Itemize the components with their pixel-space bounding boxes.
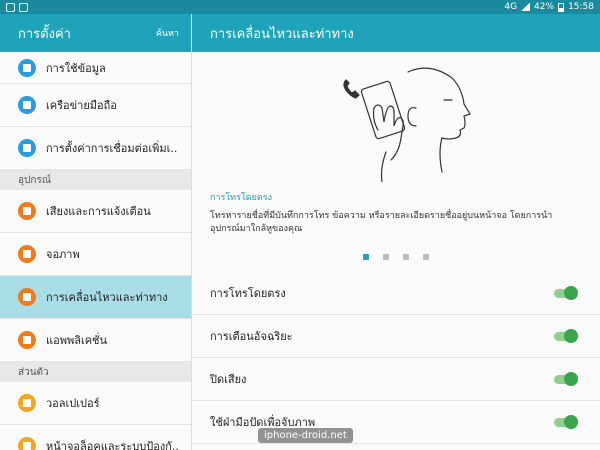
signal-icon — [521, 3, 531, 11]
wallpaper-icon — [18, 394, 36, 412]
sidebar-item-label: แอพพลิเคชั่น — [46, 334, 108, 347]
direct-call-illustration — [192, 52, 600, 182]
sidebar-item-more-connections[interactable]: การตั้งค่าการเชื่อมต่อเพิ่มเ.. — [0, 127, 191, 170]
sidebar-header: การตั้งค่า ค้นหา — [0, 14, 191, 52]
sidebar-item-label: วอลเปเปอร์ — [46, 397, 100, 410]
sidebar-item-label: จอภาพ — [46, 248, 80, 261]
data-usage-icon — [18, 58, 36, 77]
palm-swipe-switch[interactable] — [554, 414, 578, 429]
section-header-device: อุปกรณ์ — [0, 170, 191, 190]
display-icon — [18, 245, 36, 263]
sidebar-item-motion[interactable]: การเคลื่อนไหวและท่าทาง — [0, 276, 191, 319]
motion-settings-panel: การเคลื่อนไหวและท่าทาง การโทรโดยตรง โทรห… — [192, 14, 600, 450]
smart-alert-switch[interactable] — [554, 328, 578, 343]
lock-icon — [18, 437, 36, 450]
toggle-row-mute[interactable]: ปิดเสียง — [192, 358, 600, 401]
sidebar-item-label: เสียงและการแจ้งเตือน — [46, 205, 151, 218]
search-button[interactable]: ค้นหา — [156, 26, 179, 40]
mobile-network-icon — [18, 96, 36, 114]
toggle-row-smart-alert[interactable]: การเตือนอัจฉริยะ — [192, 315, 600, 358]
section-header-personal: ส่วนตัว — [0, 362, 191, 382]
sidebar-item-label: การใช้ข้อมูล — [46, 61, 106, 75]
sidebar-title: การตั้งค่า — [18, 26, 71, 42]
sidebar-item-data-usage[interactable]: การใช้ข้อมูล — [0, 52, 191, 84]
sidebar-item-wallpaper[interactable]: วอลเปเปอร์ — [0, 382, 191, 425]
carousel-dot[interactable] — [383, 254, 389, 260]
sidebar-item-mobile-network[interactable]: เครือข่ายมือถือ — [0, 84, 191, 127]
clock: 15:58 — [568, 2, 594, 12]
direct-call-illustration-graphic — [343, 67, 471, 182]
sidebar-item-label: หน้าจอล็อคและระบบป้องกั.. — [46, 440, 179, 450]
toggle-label: การเตือนอัจฉริยะ — [210, 330, 293, 343]
watermark: iphone-droid.net — [258, 428, 353, 443]
status-notifications — [0, 2, 28, 12]
battery-percent: 42% — [534, 2, 555, 12]
sidebar-item-display[interactable]: จอภาพ — [0, 233, 191, 276]
motion-icon — [18, 288, 36, 306]
battery-icon — [558, 2, 565, 12]
sidebar-item-label: การเคลื่อนไหวและท่าทาง — [46, 291, 168, 304]
notification-icon — [19, 2, 28, 12]
toggle-row-palm-swipe[interactable]: ใช้ฝ่ามือปัดเพื่อจับภาพ — [192, 401, 600, 444]
carousel-dot[interactable] — [363, 254, 369, 260]
network-label: 4G — [504, 2, 518, 12]
toggle-label: ปิดเสียง — [210, 373, 247, 386]
carousel-indicator — [192, 236, 600, 272]
toggle-label: การโทรโดยตรง — [210, 287, 286, 300]
carousel-dot[interactable] — [403, 254, 409, 260]
feature-description: โทรหารายชื่อที่มีบันทึกการโทร ข้อความ หร… — [210, 211, 553, 234]
page-title: การเคลื่อนไหวและท่าทาง — [192, 14, 600, 52]
notification-icon — [6, 2, 15, 12]
status-indicators: 4G 42% 15:58 — [504, 2, 600, 12]
sound-icon — [18, 202, 36, 220]
sidebar-item-lock-screen[interactable]: หน้าจอล็อคและระบบป้องกั.. — [0, 425, 191, 450]
apps-icon — [18, 331, 36, 349]
settings-sidebar: การตั้งค่า ค้นหา การใช้ข้อมูล เครือข่ายม… — [0, 14, 192, 450]
sidebar-item-apps[interactable]: แอพพลิเคชั่น — [0, 319, 191, 362]
more-connections-icon — [18, 139, 36, 157]
sidebar-item-label: เครือข่ายมือถือ — [46, 99, 117, 112]
sidebar-item-label: การตั้งค่าการเชื่อมต่อเพิ่มเ.. — [46, 142, 178, 155]
mute-switch[interactable] — [554, 371, 578, 386]
status-bar: 4G 42% 15:58 — [0, 0, 600, 14]
feature-title: การโทรโดยตรง — [210, 193, 272, 203]
carousel-dot[interactable] — [423, 254, 429, 260]
toggle-row-direct-call[interactable]: การโทรโดยตรง — [192, 272, 600, 315]
sidebar-item-sound[interactable]: เสียงและการแจ้งเตือน — [0, 190, 191, 233]
direct-call-switch[interactable] — [554, 285, 578, 300]
